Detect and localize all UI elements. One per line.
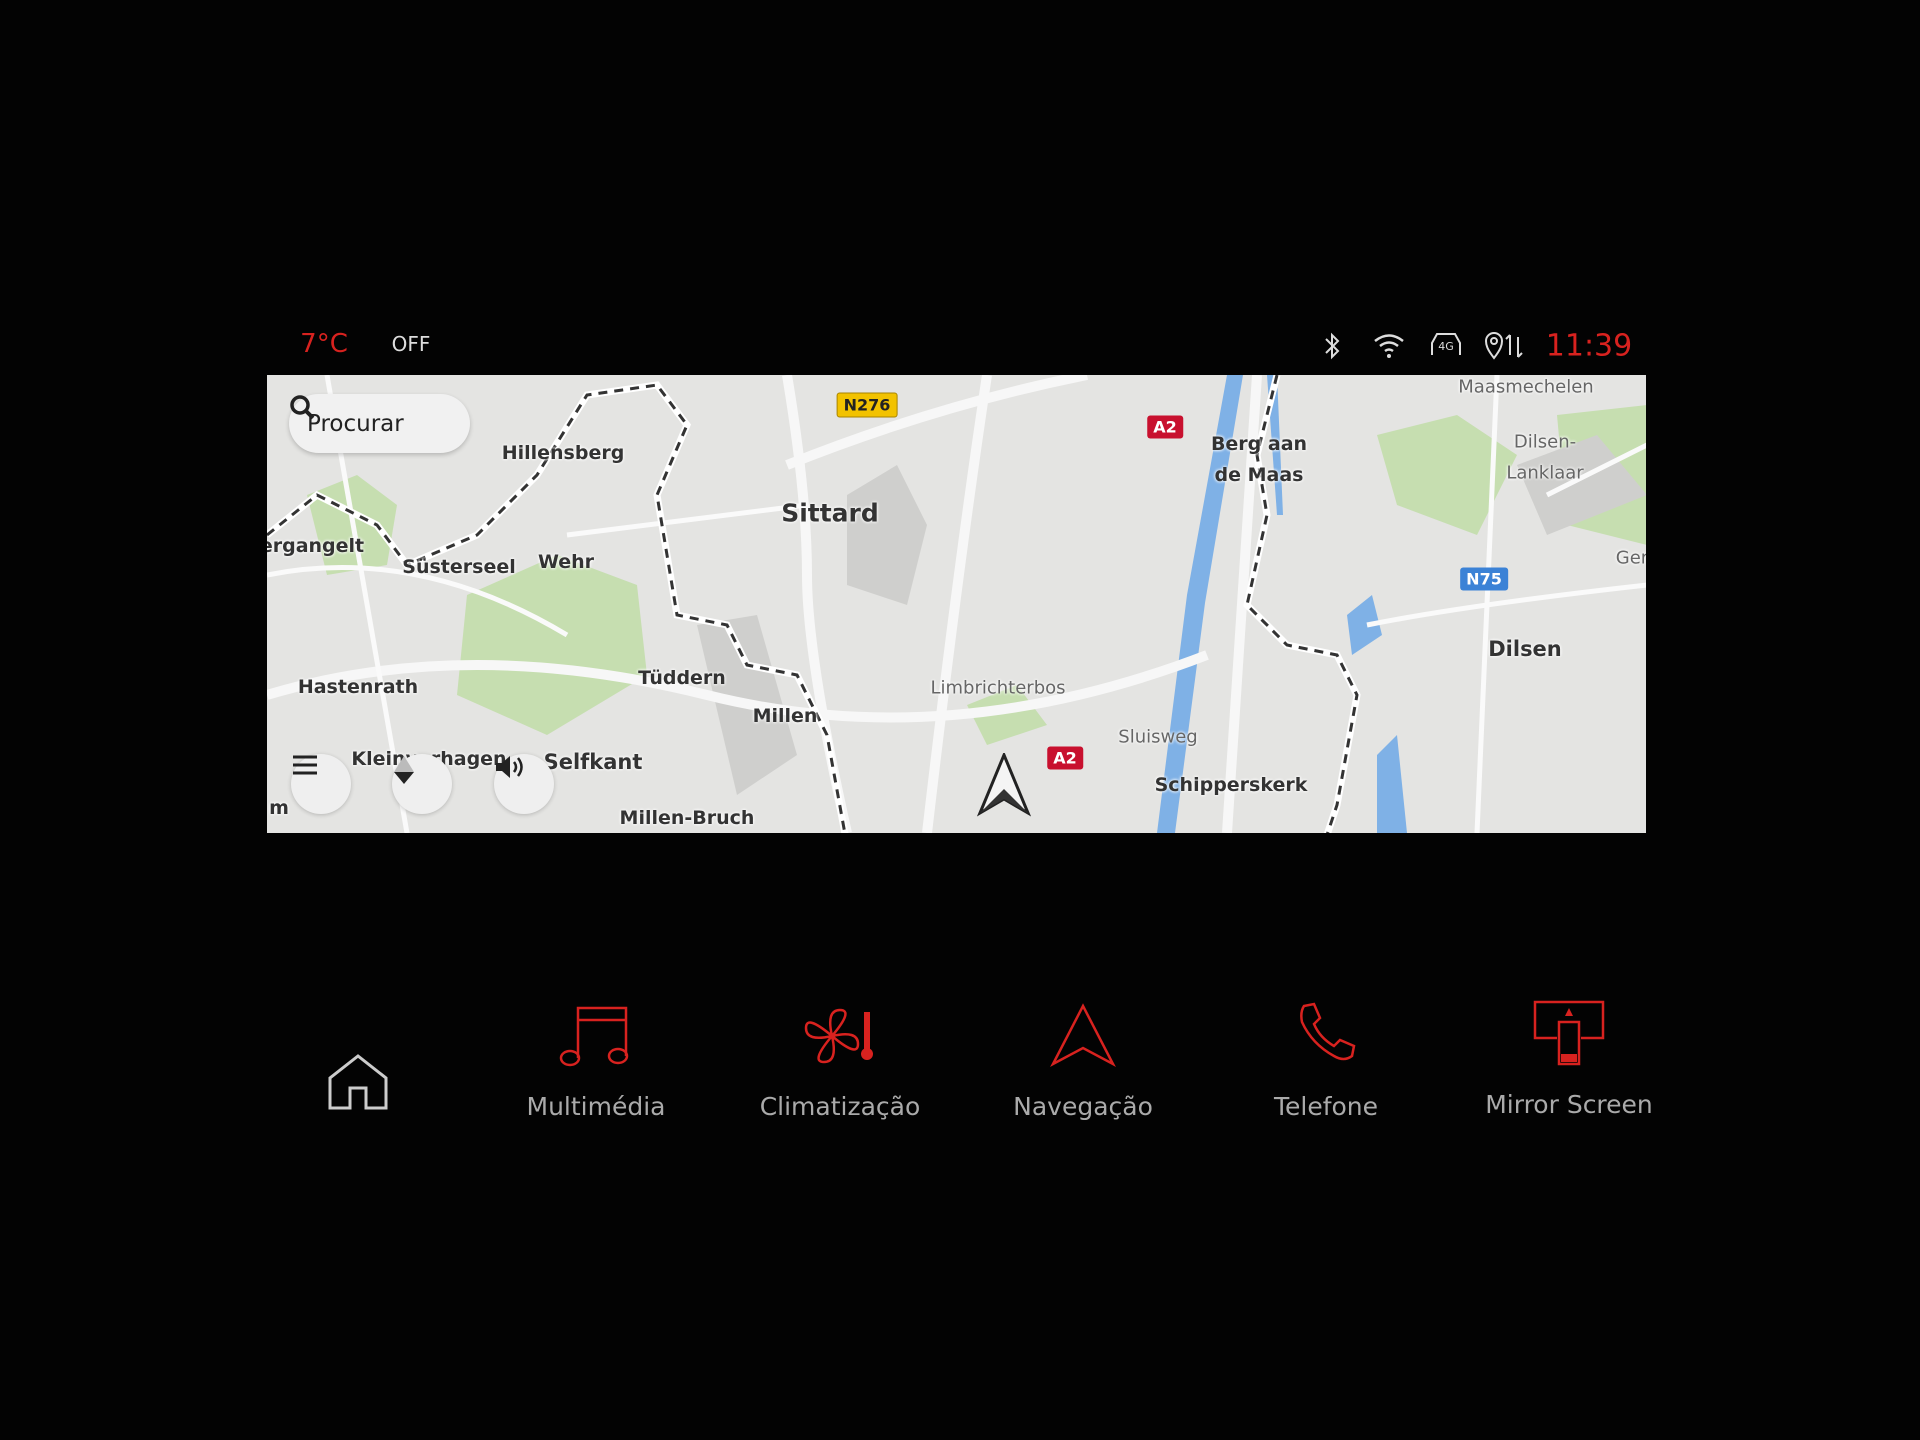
dock-navigation[interactable]: Navegação [973, 1000, 1193, 1121]
search-button[interactable]: Procurar [289, 394, 470, 453]
climate-state[interactable]: OFF [392, 332, 431, 356]
menu-button[interactable] [291, 754, 351, 814]
search-label: Procurar [307, 410, 404, 437]
place-label: Lanklaar [1506, 462, 1584, 484]
wifi-icon [1374, 334, 1404, 358]
place-label: Millen-Bruch [619, 807, 755, 829]
place-label: Limbrichterbos [930, 677, 1066, 699]
location-sync-icon [1484, 332, 1523, 360]
compass-icon [394, 756, 414, 784]
dock-label: Telefone [1273, 1092, 1379, 1121]
compass-button[interactable] [392, 754, 452, 814]
fan-thermometer-icon [804, 1008, 873, 1064]
place-label: Sluisweg [1118, 726, 1198, 748]
road-shield-n75: N75 [1460, 567, 1508, 591]
mirror-screen-icon [1533, 1000, 1605, 1066]
dock-label: Climatização [759, 1092, 921, 1121]
place-label: Schipperskerk [1154, 774, 1308, 796]
place-label: Millen [752, 705, 818, 727]
road-shield-n276: N276 [836, 392, 898, 418]
phone-icon [1300, 1002, 1356, 1061]
place-label: de Maas [1214, 464, 1304, 486]
current-position-arrow-icon [976, 753, 1032, 817]
place-label: Selfkant [543, 750, 643, 774]
music-note-icon [559, 1006, 629, 1067]
volume-icon [496, 756, 523, 778]
bluetooth-icon [1325, 332, 1340, 360]
outside-temperature: 7°C [300, 329, 348, 359]
place-label: Tüddern [638, 667, 726, 689]
place-label: Maasmechelen [1458, 376, 1594, 398]
svg-text:4G: 4G [1438, 340, 1454, 353]
dock-label: Mirror Screen [1485, 1090, 1653, 1119]
place-label: Berg aan [1210, 433, 1308, 455]
4g-connected-car-icon: 4G [1431, 333, 1461, 355]
dock-multimedia[interactable]: Multimédia [486, 1000, 706, 1121]
dock-label: Navegação [1013, 1092, 1153, 1121]
place-label: Dilsen- [1513, 431, 1577, 453]
place-label: Hillensberg [501, 442, 625, 464]
navigation-map[interactable]: Procurar Hillensberg Sittard ergangelt S… [267, 375, 1646, 833]
place-label: Süsterseel [402, 556, 516, 578]
place-label: m [269, 797, 289, 819]
place-label: Ger [1615, 547, 1646, 569]
menu-icon [293, 755, 317, 775]
dock-phone[interactable]: Telefone [1216, 1000, 1436, 1121]
home-icon[interactable] [326, 1052, 390, 1112]
clock: 11:39 [1545, 328, 1633, 364]
road-shield-a2: A2 [1147, 415, 1183, 439]
place-label: Hastenrath [297, 676, 419, 698]
place-label: Dilsen [1488, 637, 1562, 661]
place-label: Sittard [781, 498, 879, 528]
volume-button[interactable] [494, 754, 554, 814]
place-label: ergangelt [267, 535, 365, 557]
dock-mirror-screen[interactable]: Mirror Screen [1459, 998, 1679, 1119]
road-shield-a2: A2 [1047, 746, 1083, 770]
dock-label: Multimédia [526, 1092, 666, 1121]
search-icon [290, 395, 315, 420]
place-label: Wehr [537, 551, 595, 573]
navigation-arrow-icon [1050, 1003, 1116, 1067]
dock-climate[interactable]: Climatização [730, 1000, 950, 1121]
